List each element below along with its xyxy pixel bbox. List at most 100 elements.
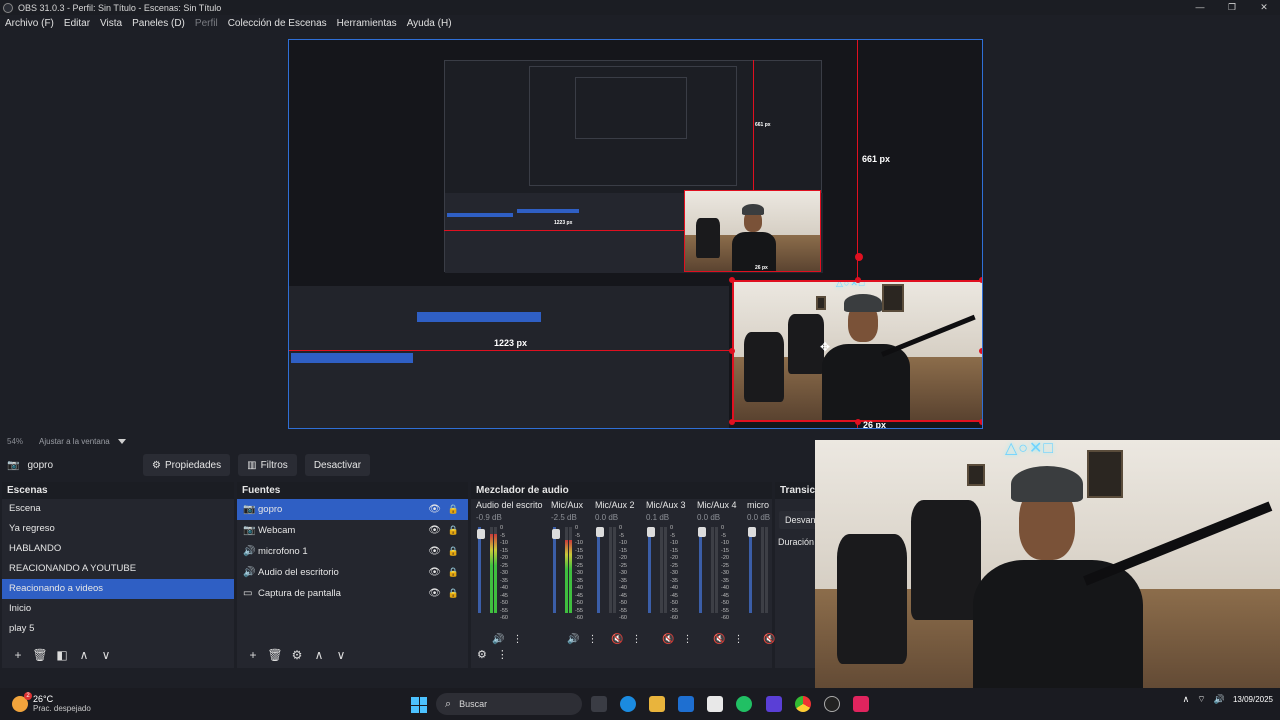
volume-slider-knob[interactable] (698, 527, 706, 537)
add-scene-button[interactable]: + (7, 648, 29, 662)
channel-menu-icon[interactable]: ⋮ (631, 634, 641, 645)
obs-taskbar-icon[interactable] (824, 696, 840, 712)
menu-ayuda[interactable]: Ayuda (H) (407, 18, 452, 29)
lock-icon[interactable]: 🔒 (448, 546, 459, 557)
move-up-button[interactable]: ∧ (73, 648, 95, 662)
lock-icon[interactable]: 🔒 (448, 504, 459, 515)
remove-scene-button[interactable]: 🗑 (29, 648, 51, 662)
menu-archivo[interactable]: Archivo (F) (5, 18, 54, 29)
windows-start-icon[interactable] (411, 697, 427, 713)
volume-slider-knob[interactable] (552, 529, 560, 539)
scene-item[interactable]: HABLANDO (2, 539, 234, 559)
volume-slider-knob[interactable] (748, 527, 756, 537)
resize-handle-tl[interactable] (729, 277, 735, 283)
scene-item[interactable]: Escena (2, 499, 234, 519)
source-item[interactable]: ▭ Captura de pantalla 👁 🔒 (237, 583, 468, 604)
source-item[interactable]: 📷 Webcam 👁 🔒 (237, 520, 468, 541)
speaker-icon[interactable]: 🔊 (567, 634, 579, 645)
chrome-icon[interactable] (795, 696, 811, 712)
eye-icon[interactable]: 👁 (428, 504, 441, 515)
scene-item[interactable]: Ya regreso (2, 519, 234, 539)
db-tick: -45 (500, 592, 508, 599)
taskbar-date[interactable]: 13/09/2025 (1233, 695, 1273, 704)
resize-handle-r[interactable] (979, 348, 982, 354)
source-item[interactable]: 📷 gopro 👁 🔒 (237, 499, 468, 520)
resize-handle-tr[interactable] (979, 277, 982, 283)
chevron-up-icon[interactable]: ∧ (1183, 694, 1190, 705)
eye-icon[interactable]: 👁 (428, 546, 441, 557)
volume-slider-knob[interactable] (596, 527, 604, 537)
resize-handle-l[interactable] (729, 348, 735, 354)
minimize-button[interactable]: — (1184, 0, 1216, 15)
menu-coleccion-escenas[interactable]: Colección de Escenas (228, 18, 327, 29)
add-source-button[interactable]: + (242, 648, 264, 662)
filters-button[interactable]: ▥ Filtros (238, 454, 297, 476)
lock-icon[interactable]: 🔒 (448, 525, 459, 536)
muted-speaker-icon[interactable]: 🔇 (662, 634, 674, 645)
preview-canvas[interactable]: 661 px 1223 px 26 px △○✕□ 661 px 1223 px… (288, 39, 983, 429)
outlook-icon[interactable] (678, 696, 694, 712)
advanced-audio-icon[interactable]: ⚙ (477, 648, 487, 661)
volume-slider[interactable] (596, 527, 604, 613)
edge-icon[interactable] (620, 696, 636, 712)
transition-select[interactable]: Desvan (779, 511, 815, 529)
source-up-button[interactable]: ∧ (308, 648, 330, 662)
volume-icon[interactable]: 🔊 (1214, 694, 1225, 705)
remove-source-button[interactable]: 🗑 (264, 648, 286, 662)
wifi-icon[interactable]: ⌔ (1197, 694, 1205, 705)
volume-slider[interactable] (748, 527, 756, 613)
volume-slider[interactable] (698, 527, 706, 613)
resize-handle-bl[interactable] (729, 419, 735, 425)
mail-icon[interactable] (707, 696, 723, 712)
resize-handle-t[interactable] (855, 277, 861, 283)
volume-slider[interactable] (647, 527, 655, 613)
menu-vista[interactable]: Vista (100, 18, 122, 29)
teams-icon[interactable] (766, 696, 782, 712)
resize-handle-b[interactable] (855, 419, 861, 425)
channel-menu-icon[interactable]: ⋮ (682, 634, 692, 645)
eye-icon[interactable]: 👁 (428, 567, 441, 578)
scene-item[interactable]: REACIONANDO A YOUTUBE (2, 559, 234, 579)
eye-icon[interactable]: 👁 (428, 525, 441, 536)
maximize-button[interactable]: ❐ (1216, 0, 1248, 15)
channel-menu-icon[interactable]: ⋮ (587, 634, 597, 645)
taskbar-search[interactable]: ⌕ Buscar (436, 693, 582, 715)
volume-slider[interactable] (477, 527, 485, 613)
mixer-menu-icon[interactable]: ⋮ (497, 648, 508, 661)
source-item[interactable]: 🔊 Audio del escritorio 👁 🔒 (237, 562, 468, 583)
deactivate-button[interactable]: Desactivar (304, 454, 371, 476)
close-button[interactable]: ✕ (1248, 0, 1280, 15)
eye-icon[interactable]: 👁 (428, 588, 441, 599)
menu-editar[interactable]: Editar (64, 18, 90, 29)
volume-slider-knob[interactable] (477, 529, 485, 539)
zoom-mode-select[interactable]: Ajustar a la ventana (39, 437, 110, 446)
channel-menu-icon[interactable]: ⋮ (733, 634, 743, 645)
scene-item[interactable]: Reacionando a videos (2, 579, 234, 599)
whatsapp-icon[interactable] (736, 696, 752, 712)
lock-icon[interactable]: 🔒 (448, 588, 459, 599)
muted-speaker-icon[interactable]: 🔇 (713, 634, 725, 645)
lock-icon[interactable]: 🔒 (448, 567, 459, 578)
volume-slider-knob[interactable] (647, 527, 655, 537)
weather-widget[interactable]: 2 26°C Prac. despejado (12, 692, 132, 714)
app-icon[interactable] (853, 696, 869, 712)
source-item[interactable]: 🔊 microfono 1 👁 🔒 (237, 541, 468, 562)
menu-herramientas[interactable]: Herramientas (337, 18, 397, 29)
menu-perfil[interactable]: Perfil (195, 18, 218, 29)
resize-handle-br[interactable] (979, 419, 982, 425)
scene-item[interactable]: play 5 (2, 619, 234, 639)
channel-menu-icon[interactable]: ⋮ (512, 634, 522, 645)
muted-speaker-icon[interactable]: 🔇 (763, 634, 775, 645)
file-explorer-icon[interactable] (649, 696, 665, 712)
chevron-down-icon[interactable] (117, 438, 126, 444)
move-down-button[interactable]: ∨ (95, 648, 117, 662)
muted-speaker-icon[interactable]: 🔇 (611, 634, 623, 645)
source-properties-button[interactable]: ⚙ (286, 648, 308, 662)
scene-filters-button[interactable]: ◧ (51, 648, 73, 662)
menu-paneles[interactable]: Paneles (D) (132, 18, 185, 29)
scene-item[interactable]: Inicio (2, 599, 234, 619)
source-down-button[interactable]: ∨ (330, 648, 352, 662)
volume-slider[interactable] (552, 527, 560, 613)
properties-button[interactable]: ⚙ Propiedades (143, 454, 231, 476)
task-view-icon[interactable] (591, 696, 607, 712)
